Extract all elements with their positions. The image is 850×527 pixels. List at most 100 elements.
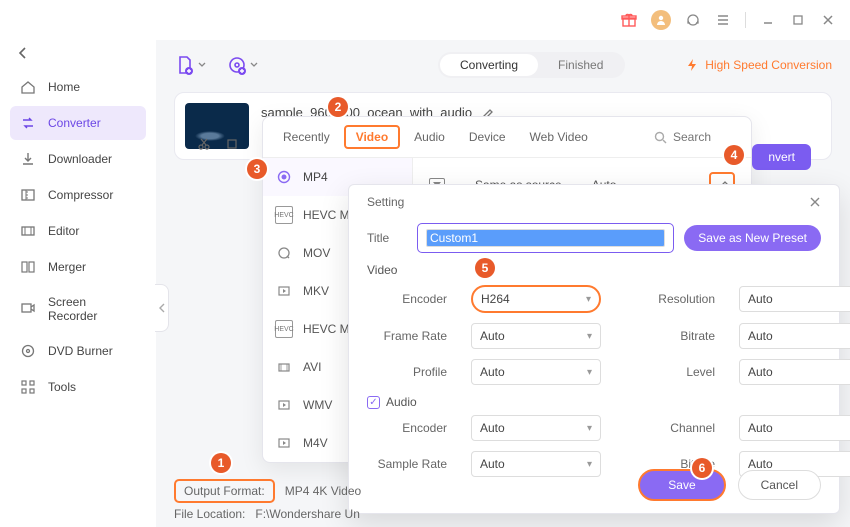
sidebar-item-label: DVD Burner	[48, 344, 113, 358]
merger-icon	[20, 259, 36, 275]
audio-encoder-label: Encoder	[367, 421, 447, 435]
sidebar-item-compressor[interactable]: Compressor	[10, 178, 146, 212]
samplerate-select[interactable]: Auto▾	[471, 451, 601, 477]
status-tabs: Converting Finished	[438, 52, 625, 78]
home-icon	[20, 79, 36, 95]
output-format-label: Output Format:	[174, 479, 275, 503]
sidebar-item-dvd-burner[interactable]: DVD Burner	[10, 334, 146, 368]
video-bitrate-select[interactable]: Auto▾	[739, 323, 850, 349]
format-tab-web[interactable]: Web Video	[520, 125, 598, 149]
settings-modal: Setting Title Custom1 Save as New Preset…	[348, 184, 840, 514]
framerate-select[interactable]: Auto▾	[471, 323, 601, 349]
resolution-label: Resolution	[625, 292, 715, 306]
divider	[745, 12, 746, 28]
title-input[interactable]: Custom1	[417, 223, 674, 253]
convert-button[interactable]: nvert	[752, 144, 811, 170]
callout-badge-2: 2	[328, 97, 348, 117]
sidebar-item-label: Tools	[48, 380, 76, 394]
sidebar-item-tools[interactable]: Tools	[10, 370, 146, 404]
format-label: MKV	[303, 284, 329, 298]
format-tab-device[interactable]: Device	[459, 125, 516, 149]
compressor-icon	[20, 187, 36, 203]
resolution-select[interactable]: Auto▾	[739, 286, 850, 312]
encoder-label: Encoder	[367, 292, 447, 306]
sidebar-item-label: Converter	[48, 116, 101, 130]
back-icon[interactable]	[10, 40, 146, 70]
channel-label: Channel	[625, 421, 715, 435]
support-icon[interactable]	[685, 12, 701, 28]
video-section-heading: Video	[367, 263, 821, 277]
sidebar-item-home[interactable]: Home	[10, 70, 146, 104]
sidebar-item-converter[interactable]: Converter	[10, 106, 146, 140]
callout-badge-5: 5	[475, 258, 495, 278]
level-select[interactable]: Auto▾	[739, 359, 850, 385]
tab-finished[interactable]: Finished	[538, 54, 623, 76]
output-format-value[interactable]: MP4 4K Video	[285, 484, 362, 498]
sidebar-item-downloader[interactable]: Downloader	[10, 142, 146, 176]
channel-select[interactable]: Auto▾	[739, 415, 850, 441]
sidebar-item-screen-recorder[interactable]: Screen Recorder	[10, 286, 146, 332]
audio-encoder-select[interactable]: Auto▾	[471, 415, 601, 441]
sidebar-item-merger[interactable]: Merger	[10, 250, 146, 284]
m4v-icon	[275, 434, 293, 452]
cancel-button[interactable]: Cancel	[738, 470, 821, 500]
add-dvd-button[interactable]	[226, 54, 258, 76]
callout-badge-4: 4	[724, 145, 744, 165]
menu-icon[interactable]	[715, 12, 731, 28]
converter-icon	[20, 115, 36, 131]
save-preset-button[interactable]: Save as New Preset	[684, 225, 821, 251]
sidebar: Home Converter Downloader Compressor Edi…	[0, 40, 156, 527]
samplerate-label: Sample Rate	[367, 457, 447, 471]
maximize-icon[interactable]	[790, 12, 806, 28]
callout-badge-1: 1	[211, 453, 231, 473]
topbar: Converting Finished High Speed Conversio…	[174, 52, 832, 78]
dvd-icon	[20, 343, 36, 359]
format-search[interactable]	[646, 126, 741, 148]
gift-icon[interactable]	[621, 12, 637, 28]
bottom-strip: Output Format: MP4 4K Video File Locatio…	[174, 475, 361, 521]
audio-checkbox[interactable]: ✓	[367, 396, 380, 409]
close-icon[interactable]	[809, 196, 821, 208]
avatar[interactable]	[651, 10, 671, 30]
titlebar	[0, 0, 850, 40]
download-icon	[20, 151, 36, 167]
tools-icon	[20, 379, 36, 395]
crop-icon[interactable]	[225, 137, 239, 151]
callout-badge-6: 6	[692, 458, 712, 478]
format-tab-audio[interactable]: Audio	[404, 125, 455, 149]
file-location-label: File Location:	[174, 507, 245, 521]
qt-icon	[275, 244, 293, 262]
close-icon[interactable]	[820, 12, 836, 28]
callout-badge-3: 3	[247, 159, 267, 179]
editor-icon	[20, 223, 36, 239]
wmv-icon	[275, 396, 293, 414]
video-encoder-select[interactable]: H264▾	[471, 285, 601, 313]
recorder-icon	[20, 301, 36, 317]
mkv-icon	[275, 282, 293, 300]
format-tab-recently[interactable]: Recently	[273, 125, 340, 149]
minimize-icon[interactable]	[760, 12, 776, 28]
sidebar-collapse-icon[interactable]	[155, 284, 169, 332]
sidebar-item-label: Screen Recorder	[48, 295, 136, 323]
hevc-icon: HEVC	[275, 206, 293, 224]
format-label: AVI	[303, 360, 321, 374]
profile-label: Profile	[367, 365, 447, 379]
high-speed-toggle[interactable]: High Speed Conversion	[685, 58, 832, 72]
sidebar-item-editor[interactable]: Editor	[10, 214, 146, 248]
add-file-button[interactable]	[174, 54, 206, 76]
framerate-label: Frame Rate	[367, 329, 447, 343]
title-value: Custom1	[426, 229, 665, 247]
file-location-value[interactable]: F:\Wondershare Un	[255, 507, 360, 521]
settings-title: Setting	[367, 195, 404, 209]
save-button[interactable]: Save	[638, 469, 725, 501]
format-tab-video[interactable]: Video	[344, 125, 400, 149]
sidebar-item-label: Home	[48, 80, 80, 94]
format-label: WMV	[303, 398, 332, 412]
profile-select[interactable]: Auto▾	[471, 359, 601, 385]
level-label: Level	[625, 365, 715, 379]
sidebar-item-label: Downloader	[48, 152, 112, 166]
search-input[interactable]	[673, 130, 733, 144]
tab-converting[interactable]: Converting	[440, 54, 538, 76]
trim-icon[interactable]	[197, 137, 211, 151]
sidebar-item-label: Merger	[48, 260, 86, 274]
